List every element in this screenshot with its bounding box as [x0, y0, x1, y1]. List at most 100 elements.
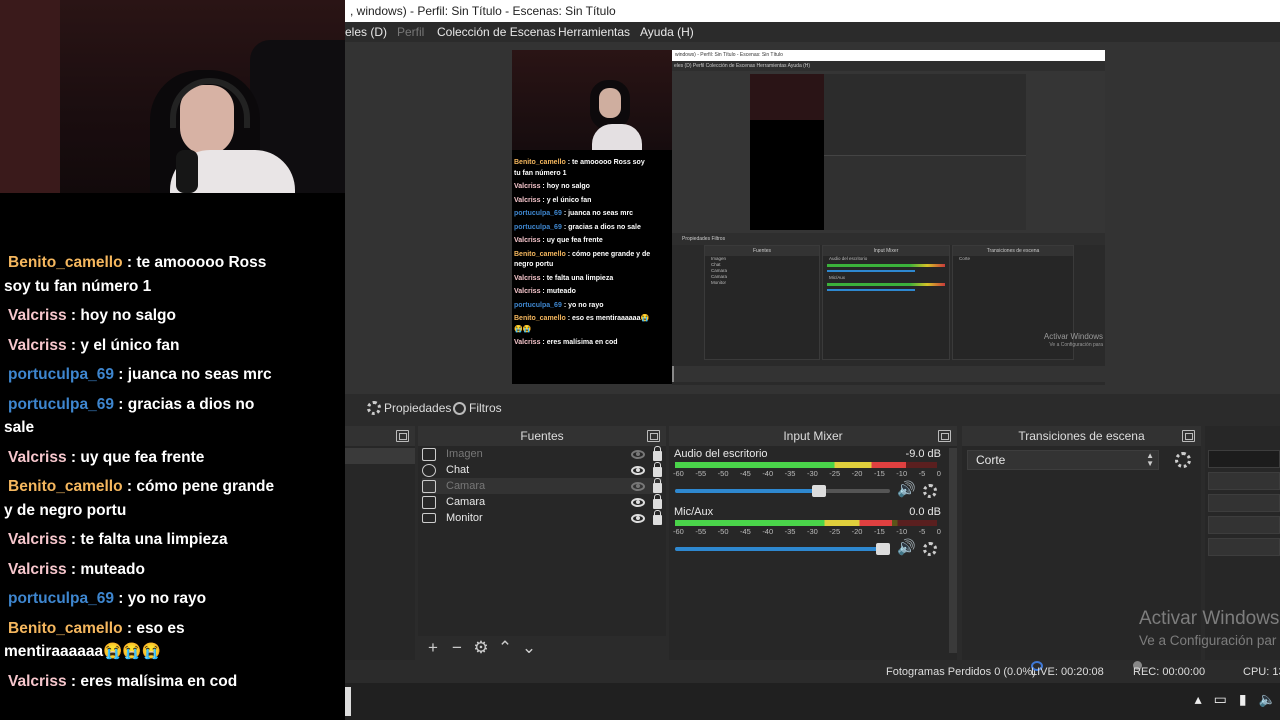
- source-item-imagen[interactable]: Imagen: [422, 446, 662, 462]
- preview-canvas[interactable]: Benito_camello : te amooooo Ross soy tu …: [512, 50, 1105, 385]
- chat-username: portuculpa_69: [8, 366, 114, 383]
- speaker-icon[interactable]: 🔊: [897, 540, 916, 556]
- chat-username: Valcriss: [514, 288, 541, 295]
- meter-tick-label: -50: [717, 469, 729, 478]
- move-up-icon[interactable]: ⌃: [496, 638, 514, 658]
- lock-icon[interactable]: [653, 510, 662, 525]
- chat-text: : uy que fea frente: [542, 237, 603, 244]
- undock-icon[interactable]: [396, 430, 409, 442]
- desktop-audio-db: -9.0 dB: [905, 448, 941, 460]
- chat-username: Benito_camello: [8, 619, 123, 637]
- menu-item-perfil[interactable]: Perfil: [397, 22, 424, 42]
- menu-item-herramientas[interactable]: Herramientas: [558, 22, 630, 42]
- undock-icon[interactable]: [647, 430, 660, 442]
- network-icon[interactable]: ▭: [1214, 691, 1227, 708]
- meter-tick-label: -20: [851, 469, 863, 478]
- preview-meter-1: [827, 264, 945, 267]
- eye-icon[interactable]: [631, 497, 645, 507]
- eye-icon[interactable]: [631, 465, 645, 475]
- mic-icon[interactable]: ▮: [1239, 691, 1247, 708]
- filters-label: Filtros: [469, 401, 502, 415]
- preview-mixer-label-2: Mic/Aux: [829, 275, 846, 280]
- preview-nested-frame: [750, 74, 1026, 230]
- speaker-icon[interactable]: 🔊: [897, 482, 916, 498]
- volume-knob[interactable]: [812, 485, 827, 497]
- control-button[interactable]: [1208, 538, 1280, 556]
- transition-select[interactable]: Corte ▲ ▼: [967, 450, 1159, 470]
- lock-icon[interactable]: [653, 478, 662, 493]
- preview-sources-dock: Fuentes Imagen Chat Camara Camara Monito…: [704, 245, 820, 360]
- source-item-camara-hidden[interactable]: Camara: [422, 478, 662, 494]
- chat-text: : uy que fea frente: [70, 448, 205, 466]
- chat-text: : juanca no seas mrc: [118, 366, 272, 383]
- mic-aux-level: [675, 520, 893, 526]
- undock-icon[interactable]: [938, 430, 951, 442]
- lock-icon[interactable]: [653, 494, 662, 509]
- filters-button[interactable]: Filtros: [453, 399, 502, 417]
- scene-item-selected[interactable]: [345, 448, 415, 464]
- control-button[interactable]: [1208, 516, 1280, 534]
- sources-dock: Fuentes Imagen Chat Camara Camara Monito…: [418, 426, 666, 660]
- desktop-audio-volume-slider[interactable]: [675, 485, 890, 497]
- preview-menu: eles (D) Perfil Colección de Escenas Her…: [674, 63, 811, 69]
- chat-message: Valcriss : muteado: [514, 287, 672, 298]
- taskbar-app-edge[interactable]: [345, 687, 351, 716]
- volume-fill: [675, 547, 884, 551]
- control-button[interactable]: [1208, 472, 1280, 490]
- mic-aux-volume-slider[interactable]: [675, 543, 890, 555]
- filter-icon: [453, 401, 466, 415]
- volume-knob[interactable]: [876, 543, 890, 555]
- gear-icon[interactable]: [923, 542, 937, 556]
- move-down-icon[interactable]: ⌄: [520, 638, 538, 658]
- cpu-usage: CPU: 13: [1243, 666, 1280, 678]
- sources-dock-header: Fuentes: [418, 426, 666, 446]
- chat-message: Valcriss : hoy no salgo: [514, 182, 672, 193]
- add-source-icon[interactable]: +: [424, 638, 442, 658]
- source-item-camara[interactable]: Camara: [422, 494, 662, 510]
- chat-text: : y el único fan: [70, 336, 180, 354]
- menu-item-paneles[interactable]: eles (D): [345, 22, 387, 42]
- chat-text: : eres malísima en cod: [542, 339, 618, 346]
- preview-mixer-dock: Input Mixer Audio del escritorio Mic/Aux: [822, 245, 950, 360]
- source-item-chat[interactable]: Chat: [422, 462, 662, 478]
- chat-username: portuculpa_69: [514, 301, 562, 309]
- chat-overlay: Benito_camello : te amooooo Ross soy tu …: [0, 193, 345, 720]
- chevron-up-icon[interactable]: ▴: [1195, 691, 1202, 708]
- menu-item-ayuda[interactable]: Ayuda (H): [640, 22, 694, 42]
- undock-icon[interactable]: [1182, 430, 1195, 442]
- preview-title: windows) - Perfil: Sin Título - Escenas:…: [672, 50, 1105, 61]
- preview-area[interactable]: Benito_camello : te amooooo Ross soy tu …: [345, 42, 1280, 394]
- meter-tick-label: -20: [851, 527, 863, 536]
- meter-tick-label: -35: [784, 469, 796, 478]
- preview-source-5: Monitor: [711, 280, 727, 285]
- preview-streamer-face: [599, 88, 621, 118]
- gear-icon[interactable]: [923, 484, 937, 498]
- eye-hidden-icon[interactable]: [631, 449, 645, 459]
- chat-username: portuculpa_69: [8, 590, 114, 607]
- menu-item-coleccion-escenas[interactable]: Colección de Escenas: [437, 22, 556, 42]
- chat-message: portuculpa_69 : juanca no seas mrc: [514, 209, 672, 220]
- preview-volume-1: [827, 270, 916, 272]
- nested-webcam: [750, 74, 824, 120]
- eye-hidden-icon[interactable]: [631, 481, 645, 491]
- properties-button[interactable]: Propiedades: [367, 399, 451, 417]
- transitions-dock-title: Transiciones de escena: [1018, 429, 1145, 443]
- chat-username: Valcriss: [8, 307, 67, 324]
- mixer-scrollbar[interactable]: [949, 448, 957, 653]
- mic-aux-meter: [675, 520, 937, 526]
- source-settings-icon[interactable]: ⚙: [472, 638, 490, 658]
- lock-icon[interactable]: [653, 462, 662, 477]
- gear-icon[interactable]: [1175, 452, 1191, 468]
- control-button[interactable]: [1208, 450, 1280, 468]
- eye-icon[interactable]: [631, 513, 645, 523]
- activate-windows-title: Activar Windows: [1139, 608, 1280, 629]
- scenes-dock-header: [345, 426, 415, 446]
- source-item-monitor[interactable]: Monitor: [422, 510, 662, 526]
- sources-footer: + − ⚙ ⌃ ⌄: [418, 636, 666, 660]
- preview-scrollbar[interactable]: [672, 366, 1105, 382]
- volume-icon[interactable]: 🔈: [1259, 691, 1276, 708]
- remove-source-icon[interactable]: −: [448, 638, 466, 658]
- control-button[interactable]: [1208, 494, 1280, 512]
- chat-message: Benito_camello : cómo pene grande y de n…: [4, 475, 345, 522]
- lock-icon[interactable]: [653, 446, 662, 461]
